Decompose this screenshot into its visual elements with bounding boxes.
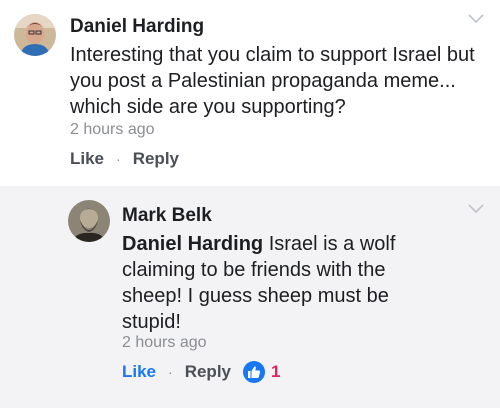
comment-text: Interesting that you claim to support Is… <box>70 44 475 118</box>
comment-timestamp[interactable]: 2 hours ago <box>122 334 207 352</box>
avatar[interactable] <box>14 14 56 56</box>
comment-actions: Like · Reply <box>70 149 179 169</box>
reaction-summary[interactable]: 1 <box>243 361 280 383</box>
action-separator: · <box>116 151 121 167</box>
comment-timestamp[interactable]: 2 hours ago <box>70 121 155 139</box>
avatar[interactable] <box>68 200 110 242</box>
reply-button[interactable]: Reply <box>133 149 179 169</box>
like-button[interactable]: Like <box>122 362 156 382</box>
like-button[interactable]: Like <box>70 149 104 169</box>
thumbs-up-icon <box>243 361 265 383</box>
action-separator: · <box>168 364 173 380</box>
chevron-down-icon[interactable] <box>468 204 484 214</box>
comment-author[interactable]: Daniel Harding <box>70 16 204 38</box>
mention-link[interactable]: Daniel Harding <box>122 233 263 255</box>
comment-text: Daniel Harding Israel is a wolf claiming… <box>122 231 442 335</box>
reaction-count: 1 <box>271 362 281 381</box>
chevron-down-icon[interactable] <box>468 14 484 24</box>
comment-actions: Like · Reply 1 <box>122 361 280 383</box>
comment-author[interactable]: Mark Belk <box>122 205 212 227</box>
comment-daniel-harding: Daniel Harding Interesting that you clai… <box>0 0 500 186</box>
reply-button[interactable]: Reply <box>185 362 231 382</box>
